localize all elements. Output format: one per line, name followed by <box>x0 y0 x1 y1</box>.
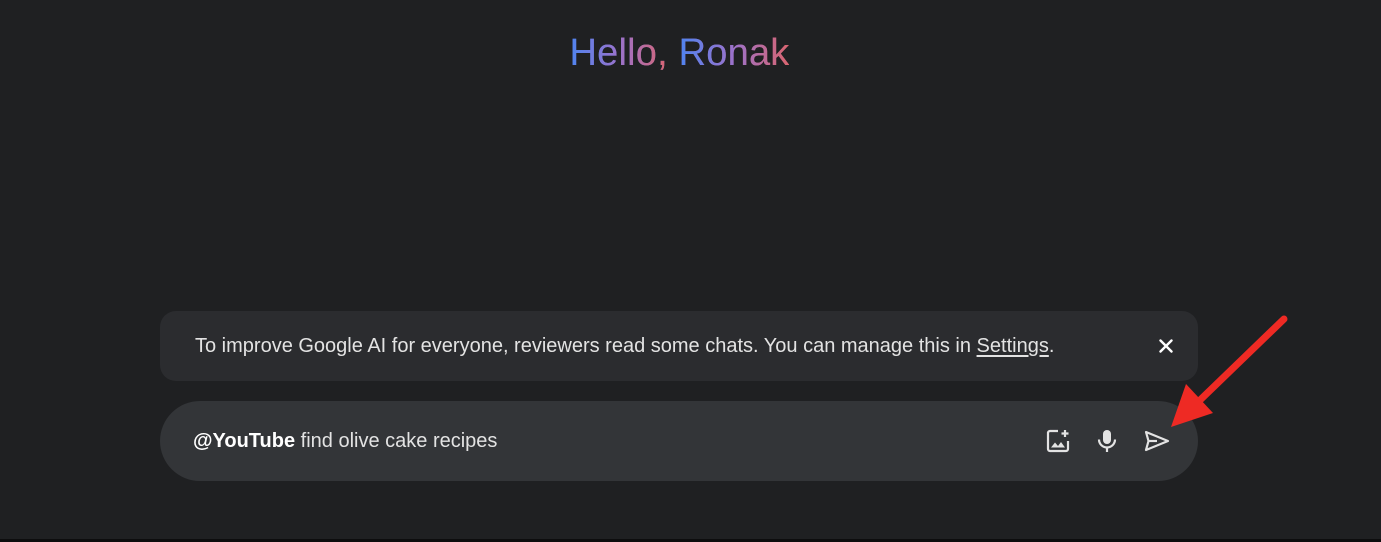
add-image-icon <box>1046 429 1070 453</box>
greeting-prefix: Hello, <box>569 32 668 74</box>
close-icon <box>1159 339 1173 353</box>
greeting-user-name: Ronak <box>678 32 790 74</box>
dismiss-notice-button[interactable] <box>1154 334 1178 358</box>
send-button[interactable] <box>1141 425 1173 457</box>
greeting-text: Hello, Ronak <box>570 32 790 74</box>
send-icon <box>1144 430 1170 452</box>
microphone-button[interactable] <box>1091 425 1123 457</box>
microphone-icon <box>1097 430 1117 452</box>
greeting-heading: Hello, Ronak <box>0 28 1359 78</box>
extension-mention: @YouTube <box>193 430 296 452</box>
privacy-notice-text: To improve Google AI for everyone, revie… <box>195 311 1054 381</box>
gemini-page: Hello, Ronak To improve Google AI for ev… <box>0 0 1381 539</box>
settings-link[interactable]: Settings <box>977 335 1049 357</box>
prompt-input[interactable]: @YouTube find olive cake recipes <box>193 401 497 481</box>
privacy-notice: To improve Google AI for everyone, revie… <box>160 311 1198 381</box>
prompt-input-bar[interactable]: @YouTube find olive cake recipes <box>160 401 1198 481</box>
privacy-notice-suffix: . <box>1048 335 1055 357</box>
prompt-text: find olive cake recipes <box>295 430 498 452</box>
add-image-button[interactable] <box>1042 425 1074 457</box>
privacy-notice-message: To improve Google AI for everyone, revie… <box>195 335 977 357</box>
